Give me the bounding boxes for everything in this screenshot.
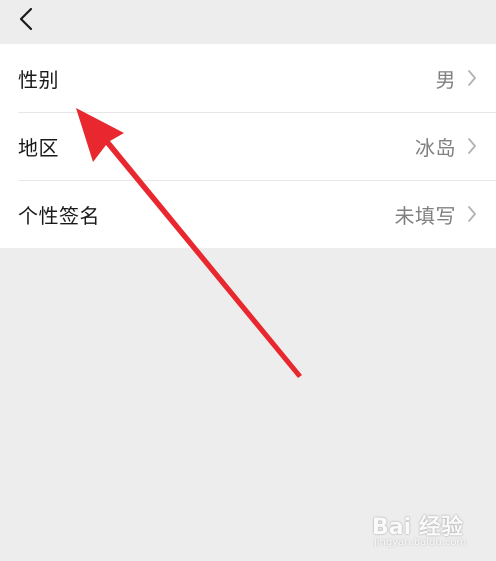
gender-row[interactable]: 性别 男	[0, 44, 496, 112]
chevron-right-icon	[466, 204, 478, 224]
region-value: 冰岛	[415, 135, 456, 160]
chevron-left-icon	[19, 7, 33, 31]
settings-list: 性别 男 地区 冰岛 个性签名 未填写	[0, 44, 496, 248]
region-row[interactable]: 地区 冰岛	[0, 112, 496, 180]
region-label: 地区	[18, 135, 59, 160]
gender-label: 性别	[18, 67, 59, 92]
signature-label: 个性签名	[18, 203, 100, 228]
signature-row[interactable]: 个性签名 未填写	[0, 180, 496, 248]
back-button[interactable]	[12, 4, 40, 34]
baidu-jingyan-watermark: Bai 经验 jingyan.baidu.com	[372, 505, 472, 551]
chevron-right-icon	[466, 68, 478, 88]
chevron-right-icon	[466, 136, 478, 156]
signature-value: 未填写	[394, 203, 456, 228]
top-navigation-bar	[0, 0, 496, 44]
gender-value: 男	[435, 67, 456, 92]
watermark-subtext: jingyan.baidu.com	[374, 537, 467, 548]
